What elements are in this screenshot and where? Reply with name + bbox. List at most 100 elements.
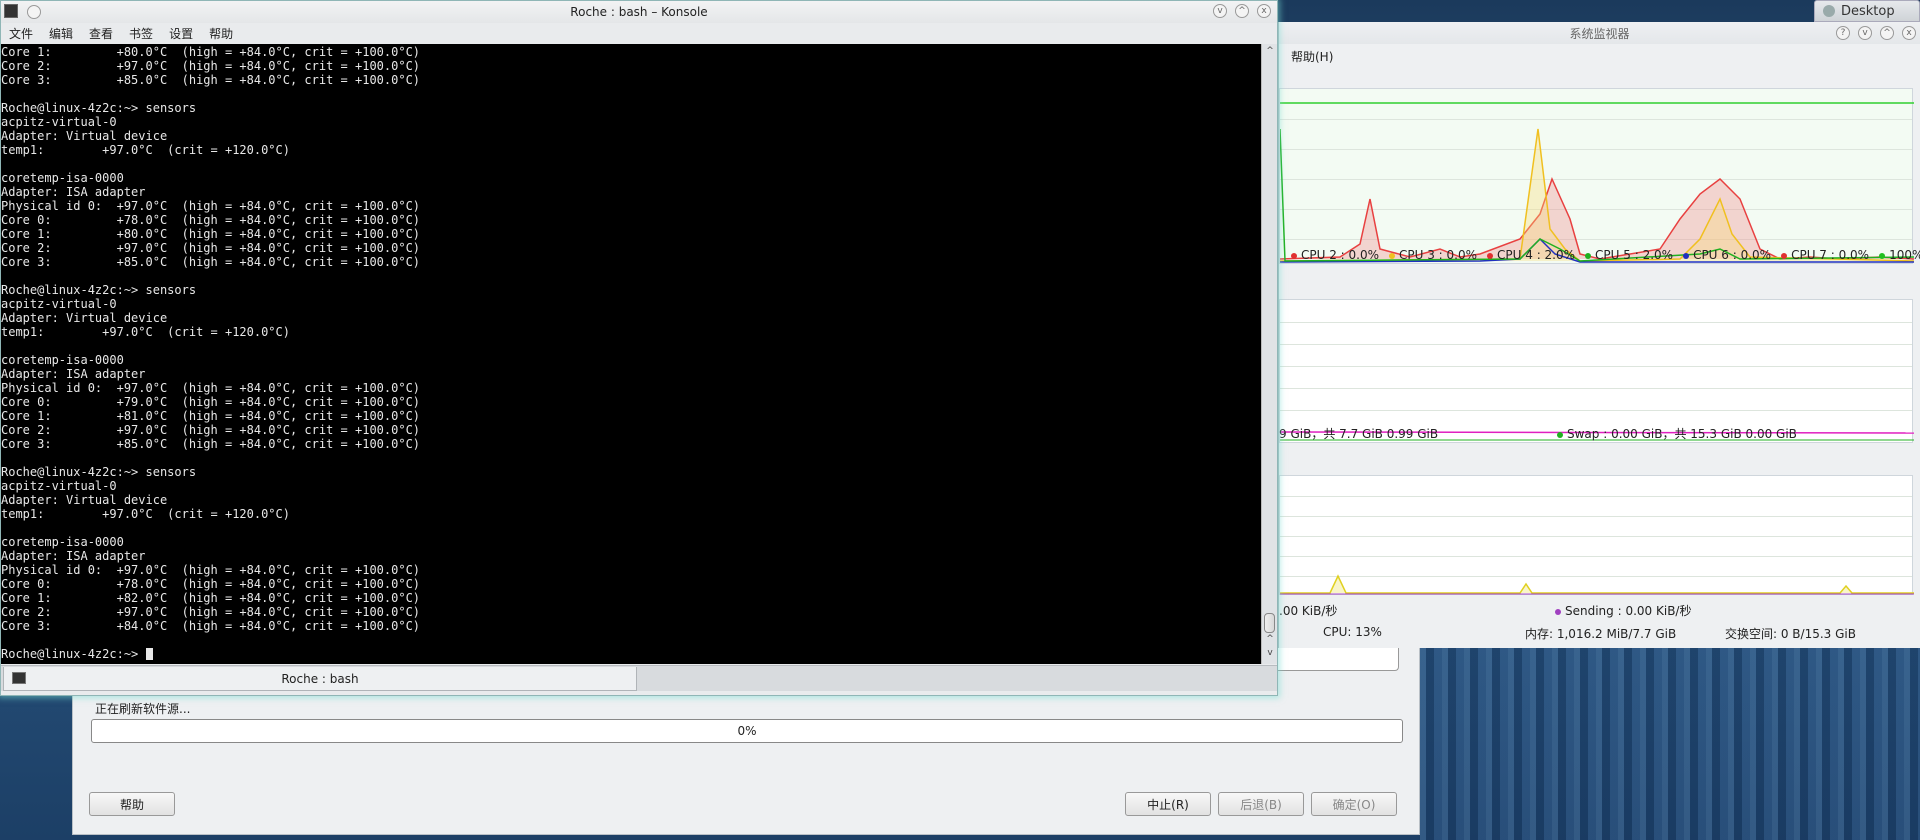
terminal-line: Roche@linux-4z2c:~> sensors <box>1 101 197 115</box>
memory-graph-plot <box>1280 431 1914 441</box>
terminal-scrollbar[interactable]: ^ ^ v <box>1261 44 1277 664</box>
terminal-app-icon[interactable] <box>4 4 18 18</box>
terminal-line: Core 0: +78.0°C (high = +84.0°C, crit = … <box>1 577 421 591</box>
swap-legend-item: Swap : 0.00 GiB，共 15.3 GiB 0.00 GiB <box>1557 425 1797 442</box>
menu-help[interactable]: 帮助 <box>209 25 241 42</box>
cpu-graph-plot <box>1280 102 1914 263</box>
cpu-max-legend-item: 100% <box>1879 248 1920 262</box>
terminal-line: Core 1: +81.0°C (high = +84.0°C, crit = … <box>1 409 421 423</box>
konsole-tabbar: Roche : bash <box>1 665 1277 691</box>
konsole-titlebar[interactable]: Roche : bash – Konsole v ^ x <box>1 1 1277 23</box>
terminal-line: Core 2: +97.0°C (high = +84.0°C, crit = … <box>1 605 421 619</box>
status-memory: 内存: 1,016.2 MiB/7.7 GiB <box>1525 627 1677 641</box>
help-icon[interactable]: ? <box>1836 26 1850 40</box>
cpu-history-graph <box>1279 88 1914 264</box>
terminal-line: Adapter: ISA adapter <box>1 185 146 199</box>
terminal-line: Roche@linux-4z2c:~> <box>1 647 1261 661</box>
sysmon-title: 系统监视器 <box>1569 26 1630 41</box>
network-history-graph <box>1279 475 1914 595</box>
memory-history-graph <box>1279 299 1914 443</box>
terminal-line: Core 0: +79.0°C (high = +84.0°C, crit = … <box>1 395 421 409</box>
close-icon[interactable]: x <box>1257 4 1271 18</box>
maximize-icon[interactable]: ^ <box>1880 26 1894 40</box>
cpu3-legend-item: CPU 3 : 0.0% <box>1389 248 1477 262</box>
terminal-line: coretemp-isa-0000 <box>1 535 124 549</box>
legend-label: CPU 5 : 2.0% <box>1595 248 1674 262</box>
terminal-line: Adapter: Virtual device <box>1 493 168 507</box>
sysmon-titlebar[interactable]: 系统监视器 ? v ^ x <box>1279 22 1920 44</box>
cpu2-legend-item: CPU 2 : 0.0% <box>1291 248 1379 262</box>
network-graph-plot <box>1280 574 1914 595</box>
menu-help[interactable]: 帮助(H) <box>1291 48 1333 65</box>
menu-settings[interactable]: 设置 <box>169 25 201 42</box>
minimize-icon[interactable]: v <box>1213 4 1227 18</box>
desktop-button-label: Desktop <box>1841 3 1895 19</box>
terminal-line: temp1: +97.0°C (crit = +120.0°C) <box>1 507 290 521</box>
legend-label: CPU 3 : 0.0% <box>1399 248 1478 262</box>
minimize-icon[interactable]: v <box>1858 26 1872 40</box>
terminal-line: Roche@linux-4z2c:~> sensors <box>1 283 197 297</box>
system-monitor-window: 系统监视器 ? v ^ x 帮助(H) CPU 2 : 0.0% CPU 3 :… <box>1278 22 1920 648</box>
terminal-line: temp1: +97.0°C (crit = +120.0°C) <box>1 143 290 157</box>
terminal-line: Adapter: ISA adapter <box>1 367 146 381</box>
terminal-line: Core 0: +78.0°C (high = +84.0°C, crit = … <box>1 213 421 227</box>
terminal-line: temp1: +97.0°C (crit = +120.0°C) <box>1 325 290 339</box>
terminal-line: Core 1: +80.0°C (high = +84.0°C, crit = … <box>1 45 421 59</box>
terminal-cursor <box>145 648 153 660</box>
terminal-output[interactable]: Core 1: +80.0°C (high = +84.0°C, crit = … <box>1 44 1261 664</box>
scroll-up-icon[interactable]: ^ <box>1262 46 1278 60</box>
terminal-tab-icon <box>12 672 26 684</box>
legend-label: CPU 6 : 0.0% <box>1693 248 1772 262</box>
terminal-line: Core 2: +97.0°C (high = +84.0°C, crit = … <box>1 59 421 73</box>
help-button[interactable]: 帮助 <box>89 792 175 816</box>
memory-legend-text: 9 GiB，共 7.7 GiB 0.99 GiB <box>1279 427 1439 441</box>
menu-view[interactable]: 查看 <box>89 25 121 42</box>
desktop-button[interactable]: Desktop <box>1814 0 1920 22</box>
legend-label: 100% <box>1889 248 1920 262</box>
terminal-line: Core 1: +80.0°C (high = +84.0°C, crit = … <box>1 227 421 241</box>
menu-bookmarks[interactable]: 书签 <box>129 25 161 42</box>
terminal-line: Core 2: +97.0°C (high = +84.0°C, crit = … <box>1 423 421 437</box>
desktop-icon <box>1823 5 1835 17</box>
cpu6-legend-item: CPU 6 : 0.0% <box>1683 248 1771 262</box>
cpu5-legend-item: CPU 5 : 2.0% <box>1585 248 1673 262</box>
abort-button[interactable]: 中止(R) <box>1125 792 1211 816</box>
pin-icon[interactable] <box>27 5 41 19</box>
close-icon[interactable]: x <box>1902 26 1916 40</box>
legend-label: CPU 4 : 2.0% <box>1497 248 1576 262</box>
terminal-line: Adapter: ISA adapter <box>1 549 146 563</box>
terminal-line: Core 3: +84.0°C (high = +84.0°C, crit = … <box>1 619 421 633</box>
receiving-series <box>1280 574 1914 594</box>
legend-label: Swap : 0.00 GiB，共 15.3 GiB 0.00 GiB <box>1567 427 1797 441</box>
scrollbar-thumb[interactable] <box>1264 613 1275 633</box>
scroll-down-icon[interactable]: v <box>1262 648 1278 662</box>
tab-roche-bash[interactable]: Roche : bash <box>3 667 637 691</box>
terminal-line: Roche@linux-4z2c:~> sensors <box>1 465 197 479</box>
terminal-line: Physical id 0: +97.0°C (high = +84.0°C, … <box>1 199 421 213</box>
cpu7-legend-item: CPU 7 : 0.0% <box>1781 248 1869 262</box>
wallpaper-pattern <box>1420 640 1920 840</box>
terminal-line: acpitz-virtual-0 <box>1 297 117 311</box>
progress-label: 0% <box>737 724 757 738</box>
scroll-up-icon[interactable]: ^ <box>1262 634 1278 648</box>
menu-edit[interactable]: 编辑 <box>49 25 81 42</box>
terminal-line: Core 3: +85.0°C (high = +84.0°C, crit = … <box>1 73 421 87</box>
legend-label: Sending : 0.00 KiB/秒 <box>1565 604 1692 618</box>
terminal-line: coretemp-isa-0000 <box>1 353 124 367</box>
konsole-window: Roche : bash – Konsole v ^ x 文件 编辑 查看 书签… <box>0 0 1278 696</box>
menu-file[interactable]: 文件 <box>9 25 41 42</box>
ok-button[interactable]: 确定(O) <box>1311 792 1397 816</box>
terminal-line: Core 1: +82.0°C (high = +84.0°C, crit = … <box>1 591 421 605</box>
maximize-icon[interactable]: ^ <box>1235 4 1249 18</box>
terminal-line: Core 2: +97.0°C (high = +84.0°C, crit = … <box>1 241 421 255</box>
konsole-title: Roche : bash – Konsole <box>570 5 708 19</box>
back-button[interactable]: 后退(B) <box>1218 792 1304 816</box>
terminal-line: Adapter: Virtual device <box>1 129 168 143</box>
terminal-line: Adapter: Virtual device <box>1 311 168 325</box>
